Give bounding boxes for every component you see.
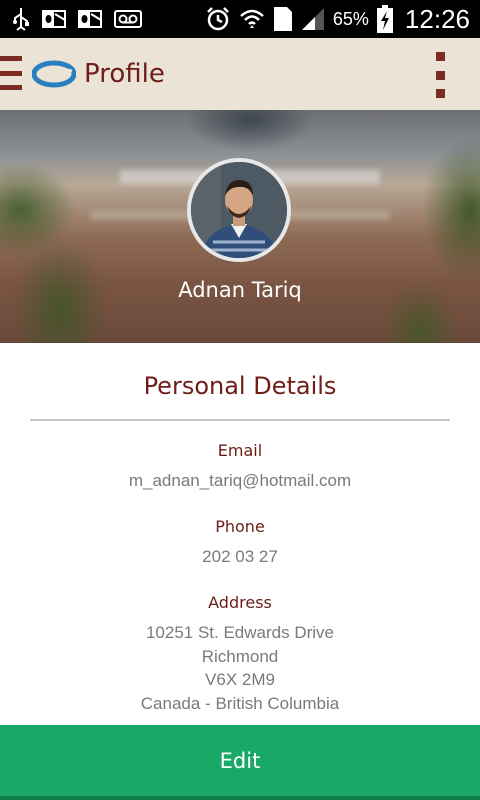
section-title: Personal Details — [143, 372, 337, 400]
page-title: Profile — [84, 59, 165, 89]
wifi-icon — [239, 6, 265, 32]
avatar[interactable] — [187, 158, 291, 262]
address-line: V6X 2M9 — [205, 670, 275, 689]
menu-icon[interactable] — [0, 56, 24, 90]
phone-label: Phone — [215, 517, 265, 536]
alarm-icon — [205, 6, 231, 32]
email-value: m_adnan_tariq@hotmail.com — [128, 471, 352, 490]
address-line: 10251 St. Edwards Drive — [145, 623, 335, 642]
voicemail-icon — [114, 9, 142, 29]
usb-icon — [12, 7, 30, 31]
sim-icon — [273, 6, 293, 32]
status-bar-notifications — [12, 0, 142, 38]
outlook-icon — [42, 8, 66, 30]
phone-value: 202 03 27 — [202, 547, 278, 566]
app-bar: Profile — [0, 38, 480, 110]
app-logo — [31, 60, 77, 88]
divider — [30, 419, 450, 421]
address-line: Richmond — [201, 647, 279, 666]
address-label: Address — [208, 593, 272, 612]
battery-percentage: 65% — [332, 8, 369, 29]
status-bar-system: 65% 12:26 — [205, 0, 470, 38]
profile-header: Adnan Tariq — [0, 110, 480, 343]
signal-icon — [301, 7, 325, 31]
overflow-menu-icon[interactable] — [434, 52, 446, 98]
edit-button[interactable]: Edit — [0, 725, 480, 800]
outlook-icon — [78, 8, 102, 30]
clock: 12:26 — [404, 3, 470, 34]
battery-charging-icon — [376, 5, 393, 33]
status-bar: 65% 12:26 — [0, 0, 480, 38]
email-label: Email — [217, 441, 263, 460]
profile-name: Adnan Tariq — [178, 278, 302, 302]
address-line: Canada - British Columbia — [140, 694, 340, 713]
